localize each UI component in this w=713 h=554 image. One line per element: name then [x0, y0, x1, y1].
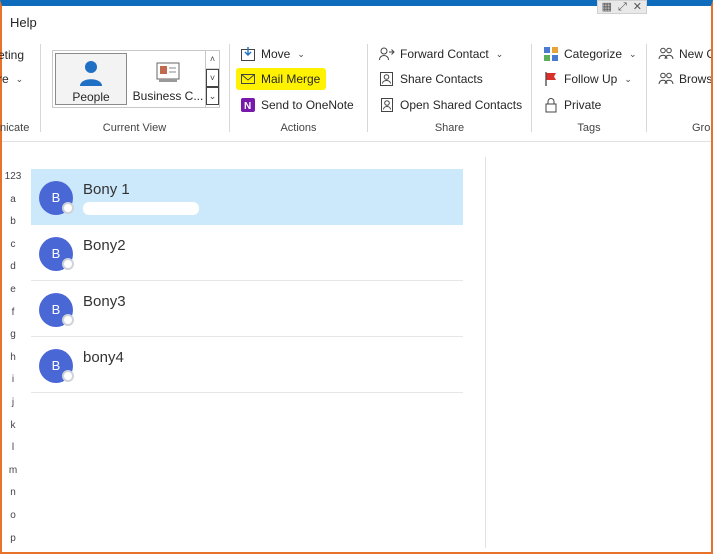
alpha-index-item[interactable]: i [2, 374, 24, 397]
ribbon-group-communicate: eting re⌄ nicate [0, 38, 38, 142]
contact-name: Bony3 [83, 293, 126, 310]
window-controls: ▦ ⤢ ✕ [596, 0, 647, 14]
alpha-index-item[interactable]: c [2, 239, 24, 262]
contact-item[interactable]: B Bony 1 [31, 169, 463, 225]
send-to-onenote-button[interactable]: N Send to OneNote [240, 94, 354, 116]
reading-pane-divider[interactable] [485, 157, 486, 548]
alpha-index-item[interactable]: b [2, 216, 24, 239]
ribbon-separator [646, 44, 647, 132]
ribbon-group-actions: Move ⌄ Mail Merge N Send to OneNote Actio… [231, 38, 366, 142]
ribbon: eting re⌄ nicate People [0, 38, 711, 142]
more-button[interactable]: re⌄ [0, 68, 23, 90]
ribbon-separator [367, 44, 368, 132]
meeting-button[interactable]: eting [0, 44, 24, 66]
ribbon-separator [40, 44, 41, 132]
group-label-actions: Actions [280, 122, 317, 134]
expand-gallery-icon[interactable]: ⌄ [206, 87, 219, 105]
view-people[interactable]: People [55, 53, 127, 105]
forward-contact-icon [379, 46, 395, 62]
group-label-groups: Grou [692, 122, 711, 134]
presence-icon [62, 258, 74, 270]
view-business-card[interactable]: Business C... [131, 53, 205, 105]
browse-groups-icon [658, 71, 674, 87]
ribbon-group-current-view: People Business C... ˄ ˅ ⌄ Current View [42, 38, 227, 142]
alpha-index-item[interactable]: n [2, 487, 24, 510]
ribbon-separator [531, 44, 532, 132]
presence-icon [62, 370, 74, 382]
alpha-index-item[interactable]: f [2, 307, 24, 330]
ribbon-group-groups: New G Browse Grou [648, 38, 711, 142]
contacts-pane: 123 a b c d e f g h i j k l m n o p B Bo… [2, 143, 711, 548]
mail-merge-button[interactable]: Mail Merge [236, 68, 327, 90]
alpha-index-item[interactable]: 123 [2, 171, 24, 194]
new-group-button[interactable]: New G [658, 43, 711, 65]
onenote-icon: N [240, 97, 256, 113]
forward-contact-button[interactable]: Forward Contact ⌄ [379, 43, 503, 65]
contact-item[interactable]: B Bony2 [31, 225, 463, 281]
grid-icon[interactable]: ▦ [602, 1, 612, 13]
alpha-index-item[interactable]: h [2, 352, 24, 375]
new-group-icon [658, 46, 674, 62]
alphabet-index: 123 a b c d e f g h i j k l m n o p [2, 171, 24, 554]
menu-help[interactable]: Help [10, 15, 37, 30]
alpha-index-item[interactable]: e [2, 284, 24, 307]
chevron-up-icon[interactable]: ˄ [206, 51, 219, 69]
restore-icon[interactable]: ⤢ [618, 1, 627, 13]
person-icon [80, 61, 102, 86]
contact-list: B Bony 1 B Bony2 B Bony3 B bony4 [31, 169, 463, 393]
share-contacts-button[interactable]: Share Contacts [379, 68, 483, 90]
contact-name: Bony 1 [83, 181, 130, 198]
lock-icon [543, 97, 559, 113]
move-icon [240, 46, 256, 62]
menu-bar: Help ▦ ⤢ ✕ [2, 0, 711, 38]
business-card-icon [156, 62, 180, 82]
categorize-button[interactable]: Categorize ⌄ [543, 43, 637, 65]
alpha-index-item[interactable]: o [2, 510, 24, 533]
alpha-index-item[interactable]: d [2, 261, 24, 284]
contact-name: Bony2 [83, 237, 126, 254]
redacted-detail [83, 202, 199, 215]
contact-item[interactable]: B Bony3 [31, 281, 463, 337]
group-label-tags: Tags [577, 122, 601, 134]
ribbon-group-share: Forward Contact ⌄ Share Contacts Open Sha… [369, 38, 530, 142]
ribbon-separator [229, 44, 230, 132]
envelope-icon [240, 71, 256, 87]
group-label-share: Share [434, 122, 465, 134]
group-label-communicate: nicate [0, 122, 30, 134]
group-label-current-view: Current View [102, 122, 167, 134]
alpha-index-item[interactable]: m [2, 465, 24, 488]
categorize-icon [543, 46, 559, 62]
move-button[interactable]: Move ⌄ [240, 43, 305, 65]
follow-up-button[interactable]: Follow Up ⌄ [543, 68, 632, 90]
view-gallery: People Business C... ˄ ˅ ⌄ [52, 50, 220, 108]
alpha-index-item[interactable]: p [2, 533, 24, 554]
close-icon[interactable]: ✕ [633, 1, 642, 13]
presence-icon [62, 202, 74, 214]
presence-icon [62, 314, 74, 326]
alpha-index-item[interactable]: l [2, 442, 24, 465]
alpha-index-item[interactable]: k [2, 420, 24, 443]
contact-name: bony4 [83, 349, 124, 366]
alpha-index-item[interactable]: j [2, 397, 24, 420]
flag-icon [543, 71, 559, 87]
private-button[interactable]: Private [543, 94, 601, 116]
contact-item[interactable]: B bony4 [31, 337, 463, 393]
alpha-index-item[interactable]: g [2, 329, 24, 352]
gallery-scrollbar[interactable]: ˄ ˅ ⌄ [205, 51, 219, 107]
open-shared-contacts-icon [379, 97, 395, 113]
svg-text:N: N [244, 101, 251, 112]
alpha-index-item[interactable]: a [2, 194, 24, 217]
open-shared-contacts-button[interactable]: Open Shared Contacts [379, 94, 522, 116]
share-contacts-icon [379, 71, 395, 87]
ribbon-group-tags: Categorize ⌄ Follow Up ⌄ Private Tags [533, 38, 645, 142]
chevron-down-icon[interactable]: ˅ [206, 69, 219, 87]
browse-groups-button[interactable]: Browse [658, 68, 711, 90]
